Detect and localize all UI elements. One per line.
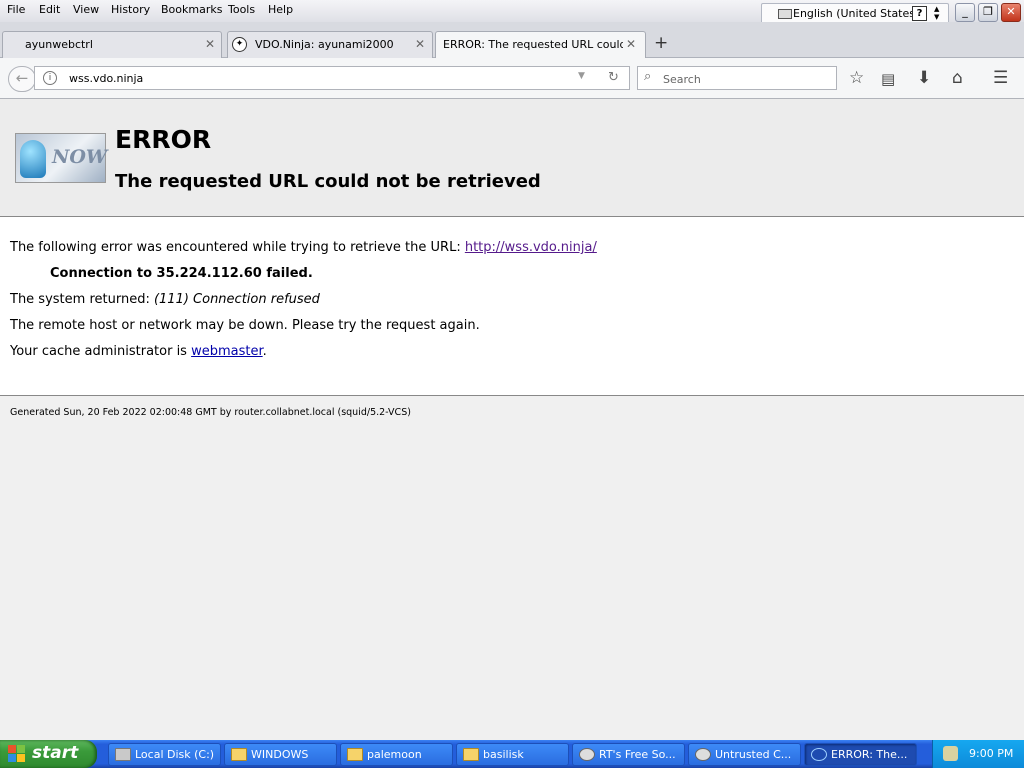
squid-icon <box>811 748 827 761</box>
error-url-prefix: The following error was encountered whil… <box>10 240 465 255</box>
url-bar[interactable]: i wss.vdo.ninja ▼ ↻ <box>34 66 630 90</box>
cache-prefix: Your cache administrator is <box>10 344 192 359</box>
bookmark-star-icon[interactable]: ☆ <box>849 68 864 88</box>
language-bar[interactable]: English (United States) ? ▲ ▼ <box>761 3 949 24</box>
taskbar-item-label: Local Disk (C:) <box>135 748 215 761</box>
search-input[interactable]: ⌕ Search <box>637 66 837 90</box>
error-header <box>0 99 1024 217</box>
back-arrow-icon: ← <box>15 69 29 87</box>
reload-icon[interactable]: ↻ <box>608 70 619 85</box>
system-tray: 9:00 PM <box>932 740 1024 768</box>
cache-admin-line: Your cache administrator is webmaster. <box>10 344 267 359</box>
tab-title: ERROR: The requested URL could ... <box>443 38 623 51</box>
system-prefix: The system returned: <box>10 292 154 307</box>
system-error: (111) Connection refused <box>153 292 320 307</box>
close-icon[interactable]: ✕ <box>205 37 215 51</box>
squid-logo: NOW <box>15 133 108 183</box>
error-title: ERROR <box>115 125 212 154</box>
tab-bar: ayunwebctrl ✕ ✦ VDO.Ninja: ayunami2000 ✕… <box>0 22 1024 59</box>
taskbar-item-label: palemoon <box>367 748 422 761</box>
taskbar-item-label: WINDOWS <box>251 748 309 761</box>
windows-logo-icon <box>8 745 25 762</box>
generated-info: Generated Sun, 20 Feb 2022 02:00:48 GMT … <box>10 407 411 418</box>
menu-view[interactable]: View <box>73 3 99 16</box>
url-input[interactable]: wss.vdo.ninja <box>69 72 143 85</box>
menu-file[interactable]: File <box>7 3 25 16</box>
menu-edit[interactable]: Edit <box>39 3 60 16</box>
taskbar-item-error[interactable]: ERROR: The... <box>804 743 917 766</box>
hamburger-menu-icon[interactable]: ☰ <box>993 68 1008 88</box>
close-icon[interactable]: ✕ <box>415 37 425 51</box>
tab-ayunwebctrl[interactable]: ayunwebctrl ✕ <box>2 31 222 58</box>
taskbar-item-local-disk[interactable]: Local Disk (C:) <box>108 743 221 766</box>
language-label: English (United States) <box>793 7 920 20</box>
taskbar-item-label: RT's Free So... <box>599 748 676 761</box>
back-button[interactable]: ← <box>8 66 36 92</box>
error-subtitle: The requested URL could not be retrieved <box>115 171 541 192</box>
squid-icon <box>20 140 46 178</box>
cache-suffix: . <box>262 344 267 359</box>
language-options-icon[interactable]: ▲ ▼ <box>934 5 939 21</box>
tab-title: ayunwebctrl <box>25 38 93 51</box>
folder-icon <box>463 748 479 761</box>
internet-explorer-icon <box>579 748 595 761</box>
remote-host-line: The remote host or network may be down. … <box>10 318 480 333</box>
clock[interactable]: 9:00 PM <box>969 747 1013 760</box>
drive-icon <box>115 748 131 761</box>
taskbar-item-palemoon[interactable]: palemoon <box>340 743 453 766</box>
taskbar-item-label: basilisk <box>483 748 524 761</box>
tab-title: VDO.Ninja: ayunami2000 <box>255 38 394 51</box>
help-icon[interactable]: ? <box>912 6 927 21</box>
bookmarks-menu-icon[interactable]: ▤ <box>881 70 895 88</box>
menu-bookmarks[interactable]: Bookmarks <box>161 3 222 16</box>
logo-text: NOW <box>52 146 108 168</box>
home-icon[interactable]: ⌂ <box>952 68 963 88</box>
taskbar-item-windows[interactable]: WINDOWS <box>224 743 337 766</box>
downloads-icon[interactable]: ⬇ <box>917 68 931 88</box>
browser-icon <box>695 748 711 761</box>
menu-tools[interactable]: Tools <box>228 3 255 16</box>
menu-help[interactable]: Help <box>268 3 293 16</box>
new-tab-icon[interactable]: + <box>654 33 668 53</box>
taskbar-item-label: Untrusted C... <box>715 748 792 761</box>
taskbar-item-label: ERROR: The... <box>831 748 908 761</box>
menu-history[interactable]: History <box>111 3 150 16</box>
keyboard-icon <box>778 9 792 19</box>
folder-icon <box>231 748 247 761</box>
restore-button[interactable]: ❐ <box>978 3 998 22</box>
taskbar-item-untrusted[interactable]: Untrusted C... <box>688 743 801 766</box>
error-url-line: The following error was encountered whil… <box>10 240 597 255</box>
network-icon[interactable] <box>943 746 958 761</box>
connection-failed: Connection to 35.224.112.60 failed. <box>50 266 313 281</box>
webmaster-link[interactable]: webmaster <box>191 344 263 359</box>
system-returned-line: The system returned: (111) Connection re… <box>10 292 320 307</box>
taskbar-item-basilisk[interactable]: basilisk <box>456 743 569 766</box>
tab-error[interactable]: ERROR: The requested URL could ... ✕ <box>435 31 646 59</box>
start-label: start <box>32 743 79 763</box>
error-url-link[interactable]: http://wss.vdo.ninja/ <box>465 240 597 255</box>
close-button[interactable]: ✕ <box>1001 3 1021 22</box>
tab-vdo-ninja[interactable]: ✦ VDO.Ninja: ayunami2000 ✕ <box>227 31 433 58</box>
url-dropdown-icon[interactable]: ▼ <box>578 71 585 81</box>
page-footer: Generated Sun, 20 Feb 2022 02:00:48 GMT … <box>0 395 1024 740</box>
search-placeholder: Search <box>663 73 701 86</box>
close-icon[interactable]: ✕ <box>626 37 636 51</box>
vdo-ninja-favicon-icon: ✦ <box>232 37 247 52</box>
start-button[interactable]: start <box>0 740 97 768</box>
minimize-button[interactable]: _ <box>955 3 975 22</box>
folder-icon <box>347 748 363 761</box>
taskbar-item-rts-free-software[interactable]: RT's Free So... <box>572 743 685 766</box>
search-icon: ⌕ <box>644 69 652 84</box>
info-icon[interactable]: i <box>43 71 57 85</box>
